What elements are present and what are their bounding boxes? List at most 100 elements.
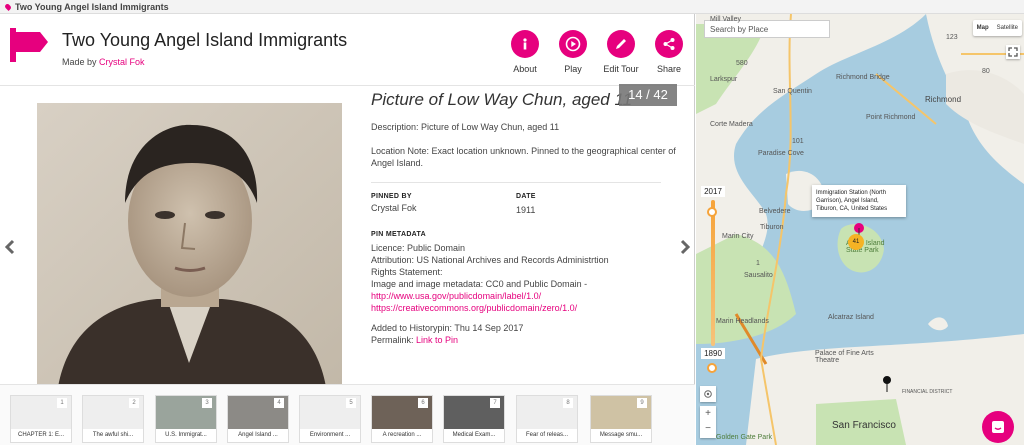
tour-header: Two Young Angel Island Immigrants Made b… bbox=[0, 14, 695, 86]
rights-text: Rights Statement: bbox=[371, 267, 443, 277]
chat-icon bbox=[992, 421, 1004, 433]
map-type-satellite[interactable]: Satellite bbox=[993, 20, 1022, 36]
slider-top-handle[interactable] bbox=[707, 207, 717, 217]
map-type-map[interactable]: Map bbox=[973, 20, 993, 36]
fullscreen-button[interactable] bbox=[1006, 45, 1020, 59]
zoom-out-button[interactable]: − bbox=[705, 422, 711, 438]
map-label-palace: Palace of Fine Arts Theatre bbox=[815, 350, 874, 364]
thumbnail-label: The awful shi... bbox=[83, 429, 143, 442]
map-pin-icon[interactable] bbox=[882, 376, 892, 392]
thumbnail-number: 8 bbox=[563, 398, 573, 408]
window-title: Two Young Angel Island Immigrants bbox=[15, 2, 169, 12]
slider-track[interactable] bbox=[711, 200, 715, 346]
thumbnail-number: 1 bbox=[57, 398, 67, 408]
made-by: Made by Crystal Fok bbox=[62, 57, 145, 67]
map-label-richmond: Richmond bbox=[925, 95, 962, 104]
thumbnail-item[interactable]: 9 Message smu... bbox=[590, 395, 652, 443]
map-label-hwy-80: 80 bbox=[982, 68, 990, 75]
locate-icon bbox=[704, 390, 712, 398]
map-label-hwy-1: 1 bbox=[756, 260, 760, 267]
thumbnail-label: A recreation ... bbox=[372, 429, 432, 442]
map-type-toggle: Map Satellite bbox=[972, 20, 1022, 36]
tour-title: Two Young Angel Island Immigrants bbox=[62, 30, 348, 50]
map-label-golden-gate-park: Golden Gate Park bbox=[716, 434, 773, 441]
thumbnail-item[interactable]: 2 The awful shi... bbox=[82, 395, 144, 443]
thumbnail-number: 2 bbox=[129, 398, 139, 408]
info-icon bbox=[511, 30, 539, 58]
permalink-link[interactable]: Link to Pin bbox=[416, 335, 458, 345]
pin-meta-row: PINNED BY Crystal Fok DATE 1911 bbox=[371, 193, 677, 216]
thumbnail-item[interactable]: 5 Environment ... bbox=[299, 395, 361, 443]
browser-tab-bar: Two Young Angel Island Immigrants bbox=[0, 0, 1024, 14]
play-button[interactable]: Play bbox=[553, 30, 593, 74]
thumbnail-item[interactable]: 6 A recreation ... bbox=[371, 395, 433, 443]
play-icon bbox=[559, 30, 587, 58]
map-label-san-francisco: San Francisco bbox=[832, 420, 896, 431]
pin-description: Description: Picture of Low Way Chun, ag… bbox=[371, 122, 560, 132]
thumbnail-item[interactable]: 3 U.S. Immigrat... bbox=[155, 395, 217, 443]
next-pin-button[interactable] bbox=[675, 228, 695, 266]
permalink-row: Permalink: Link to Pin bbox=[371, 334, 677, 346]
pin-photo bbox=[37, 103, 342, 393]
map-label-hwy-580: 580 bbox=[736, 60, 748, 67]
map-label-marin-city: Marin City bbox=[722, 233, 754, 240]
date-label: DATE bbox=[516, 193, 536, 200]
about-button[interactable]: About bbox=[505, 30, 545, 74]
slider-bottom-handle[interactable] bbox=[707, 363, 717, 373]
permalink-prefix: Permalink: bbox=[371, 335, 414, 345]
image-meta-text: Image and image metadata: CC0 and Public… bbox=[371, 279, 588, 289]
map-label-larkspur: Larkspur bbox=[710, 76, 738, 83]
tour-panel: Two Young Angel Island Immigrants Made b… bbox=[0, 14, 695, 445]
pin-location-note: Location Note: Exact location unknown. P… bbox=[371, 146, 676, 168]
thumbnail-number: 5 bbox=[346, 398, 356, 408]
pin-counter: 14 / 42 bbox=[619, 84, 677, 106]
previous-pin-button[interactable] bbox=[0, 228, 20, 266]
license-link-1[interactable]: http://www.usa.gov/publicdomain/label/1.… bbox=[371, 290, 677, 302]
thumbnail-label: Angel Island ... bbox=[228, 429, 288, 442]
thumbnail-label: Message smu... bbox=[591, 429, 651, 442]
map-label-alcatraz: Alcatraz Island bbox=[828, 314, 874, 321]
thumbnail-label: Environment ... bbox=[300, 429, 360, 442]
divider bbox=[371, 182, 661, 183]
map-label-mill-valley: Mill Valley bbox=[710, 16, 741, 23]
map-label-tiburon: Tiburon bbox=[760, 224, 784, 231]
map-label-hwy-123: 123 bbox=[946, 34, 958, 41]
tour-thumbnail-strip: 1 CHAPTER 1: E... 2 The awful shi... 3 U… bbox=[0, 384, 695, 445]
map-label-paradise-cove: Paradise Cove bbox=[758, 150, 804, 157]
thumbnail-item[interactable]: 1 CHAPTER 1: E... bbox=[10, 395, 72, 443]
share-button[interactable]: Share bbox=[649, 30, 689, 74]
license-link-2[interactable]: https://creativecommons.org/publicdomain… bbox=[371, 302, 677, 314]
author-link[interactable]: Crystal Fok bbox=[99, 57, 145, 67]
map-label-financial: FINANCIAL DISTRICT bbox=[902, 389, 953, 395]
chevron-left-icon bbox=[5, 239, 15, 255]
locate-button[interactable] bbox=[700, 386, 716, 402]
zoom-controls: + − bbox=[700, 406, 716, 438]
thumbnail-number: 7 bbox=[490, 398, 500, 408]
thumbnail-label: Medical Exam... bbox=[444, 429, 504, 442]
about-label: About bbox=[513, 64, 537, 74]
pinned-by-label: PINNED BY bbox=[371, 193, 412, 200]
map-label-sausalito: Sausalito bbox=[744, 272, 773, 279]
pin-detail: Picture of Low Way Chun, aged 11 Descrip… bbox=[371, 90, 677, 346]
pin-location-tooltip: Immigration Station (North Garrison), An… bbox=[812, 185, 906, 217]
made-by-prefix: Made by bbox=[62, 57, 97, 67]
play-label: Play bbox=[564, 64, 582, 74]
pin-metadata-label: PIN METADATA bbox=[371, 231, 426, 238]
thumbnail-item[interactable]: 4 Angel Island ... bbox=[227, 395, 289, 443]
date-value: 1911 bbox=[516, 205, 536, 215]
thumbnail-item[interactable]: 8 Fear of releas... bbox=[516, 395, 578, 443]
licence-text: Licence: Public Domain bbox=[371, 243, 466, 253]
thumbnail-number: 6 bbox=[418, 398, 428, 408]
slider-top-year: 2017 bbox=[701, 186, 725, 197]
map-panel[interactable]: Search by Place Map Satellite Richmond S… bbox=[696, 14, 1024, 445]
zoom-in-button[interactable]: + bbox=[705, 406, 711, 422]
tab-pin-icon bbox=[4, 3, 12, 11]
edit-tour-button[interactable]: Edit Tour bbox=[601, 30, 641, 74]
date-block: DATE 1911 bbox=[516, 193, 536, 216]
pin-cluster-marker[interactable]: 41 bbox=[848, 234, 864, 250]
historypin-logo-icon[interactable] bbox=[10, 28, 48, 64]
thumbnail-item[interactable]: 7 Medical Exam... bbox=[443, 395, 505, 443]
share-icon bbox=[655, 30, 683, 58]
chat-button[interactable] bbox=[982, 411, 1014, 443]
pencil-icon bbox=[607, 30, 635, 58]
